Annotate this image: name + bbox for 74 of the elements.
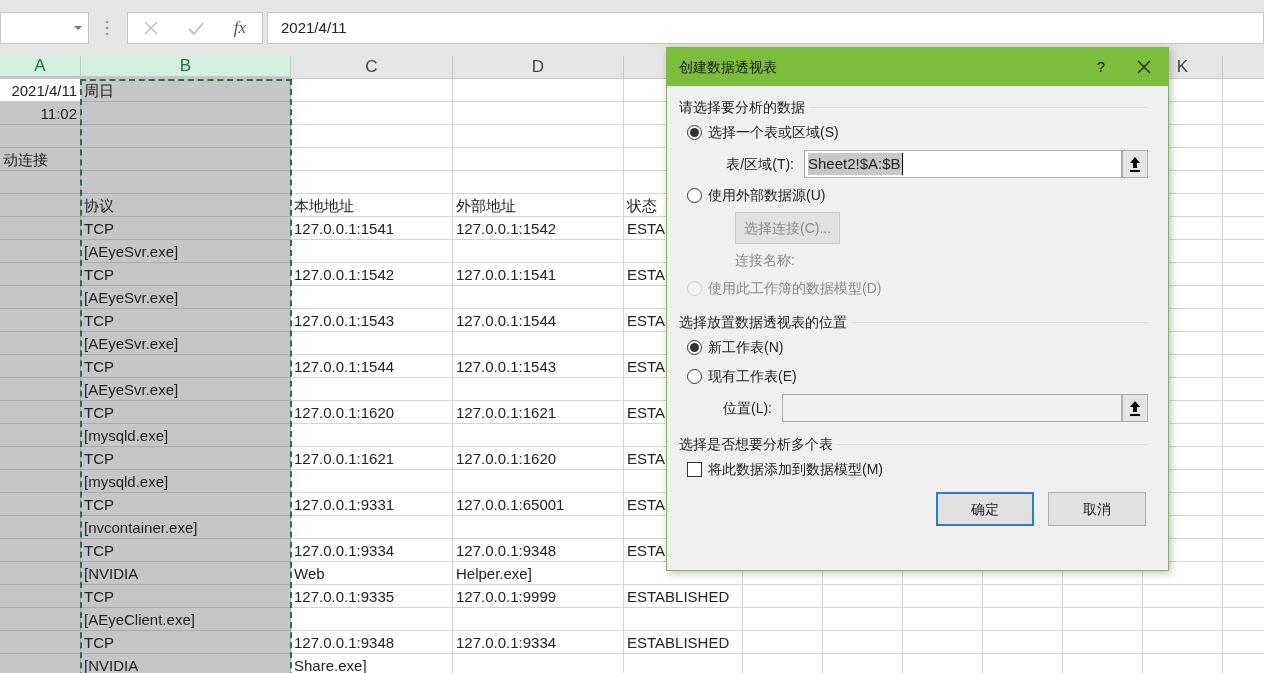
table-cell: [mysqld.exe] xyxy=(81,470,291,493)
section-heading: 请选择要分析的数据 xyxy=(679,97,805,117)
dialog-title: 创建数据透视表 xyxy=(679,57,778,77)
table-cell: 11:02 xyxy=(0,102,81,125)
table-cell: 127.0.0.1:1542 xyxy=(453,217,624,240)
table-cell: 127.0.0.1:1543 xyxy=(453,355,624,378)
radio-button[interactable] xyxy=(687,369,702,384)
arrow-icon xyxy=(1129,156,1141,172)
table-cell: TCP xyxy=(81,631,291,654)
table-cell: 本地地址 xyxy=(291,194,453,217)
table-cell: 周日 xyxy=(81,79,291,102)
table-cell: 协议 xyxy=(81,194,291,217)
table-cell: 127.0.0.1:1543 xyxy=(291,309,453,332)
range-field[interactable]: Sheet2!$A:$B xyxy=(804,150,1122,178)
field-label: 表/区域(T): xyxy=(726,154,794,174)
column-header[interactable]: C xyxy=(291,56,453,78)
drag-handle-icon[interactable] xyxy=(105,20,109,36)
table-cell: TCP xyxy=(81,493,291,516)
checkbox[interactable] xyxy=(687,462,702,477)
radio-button[interactable] xyxy=(687,125,702,140)
table-cell: TCP xyxy=(81,585,291,608)
radio-button[interactable] xyxy=(687,188,702,203)
table-cell: 127.0.0.1:1621 xyxy=(291,447,453,470)
table-cell: [NVIDIA xyxy=(81,562,291,585)
table-cell: 127.0.0.1:9331 xyxy=(291,493,453,516)
table-cell: 127.0.0.1:1620 xyxy=(291,401,453,424)
table-cell: 127.0.0.1:9334 xyxy=(291,539,453,562)
table-cell: [nvcontainer.exe] xyxy=(81,516,291,539)
radio-label: 选择一个表或区域(S) xyxy=(708,123,839,142)
formula-field[interactable]: 2021/4/11 xyxy=(267,12,1264,44)
radio-label: 新工作表(N) xyxy=(708,338,784,357)
table-cell: 127.0.0.1:65001 xyxy=(453,493,624,516)
table-cell: [AEyeSvr.exe] xyxy=(81,332,291,355)
dialog-button[interactable]: 确定 xyxy=(936,492,1034,526)
table-cell: 127.0.0.1:9999 xyxy=(453,585,624,608)
table-cell: ESTABLISHED xyxy=(624,585,743,608)
table-cell: [AEyeSvr.exe] xyxy=(81,286,291,309)
table-cell: TCP xyxy=(81,217,291,240)
collapse-dialog-button[interactable] xyxy=(1122,394,1148,422)
table-cell: TCP xyxy=(81,447,291,470)
table-cell: Web xyxy=(291,562,453,585)
table-cell: 127.0.0.1:9348 xyxy=(453,539,624,562)
table-cell: [AEyeSvr.exe] xyxy=(81,378,291,401)
column-header[interactable]: D xyxy=(453,56,624,78)
arrow-icon xyxy=(1129,400,1141,416)
table-cell: [AEyeClient.exe] xyxy=(81,608,291,631)
table-cell: ESTABLISHED xyxy=(624,631,743,654)
help-button[interactable]: ? xyxy=(1086,55,1116,79)
collapse-dialog-button[interactable] xyxy=(1122,150,1148,178)
table-cell: 127.0.0.1:9334 xyxy=(453,631,624,654)
table-cell: [AEyeSvr.exe] xyxy=(81,240,291,263)
radio-button[interactable] xyxy=(687,340,702,355)
table-cell: 127.0.0.1:1542 xyxy=(291,263,453,286)
table-cell: 127.0.0.1:1541 xyxy=(291,217,453,240)
table-cell: TCP xyxy=(81,401,291,424)
table-cell: 127.0.0.1:1621 xyxy=(453,401,624,424)
table-cell: 外部地址 xyxy=(453,194,624,217)
table-cell: TCP xyxy=(81,263,291,286)
table-cell: 127.0.0.1:1544 xyxy=(291,355,453,378)
table-cell: [mysqld.exe] xyxy=(81,424,291,447)
dropdown-caret-icon xyxy=(74,26,82,30)
table-cell: 127.0.0.1:1541 xyxy=(453,263,624,286)
table-cell: Helper.exe] xyxy=(453,562,624,585)
table-cell: 动连接 xyxy=(0,148,81,171)
table-cell: 127.0.0.1:1620 xyxy=(453,447,624,470)
table-cell: TCP xyxy=(81,539,291,562)
table-cell: 127.0.0.1:1544 xyxy=(453,309,624,332)
column-header[interactable]: B xyxy=(81,56,291,78)
table-cell: 127.0.0.1:9348 xyxy=(291,631,453,654)
table-cell: 127.0.0.1:9335 xyxy=(291,585,453,608)
table-cell: TCP xyxy=(81,309,291,332)
column-header[interactable]: A xyxy=(0,56,81,78)
dialog-button[interactable]: 取消 xyxy=(1048,492,1146,526)
table-cell: TCP xyxy=(81,355,291,378)
